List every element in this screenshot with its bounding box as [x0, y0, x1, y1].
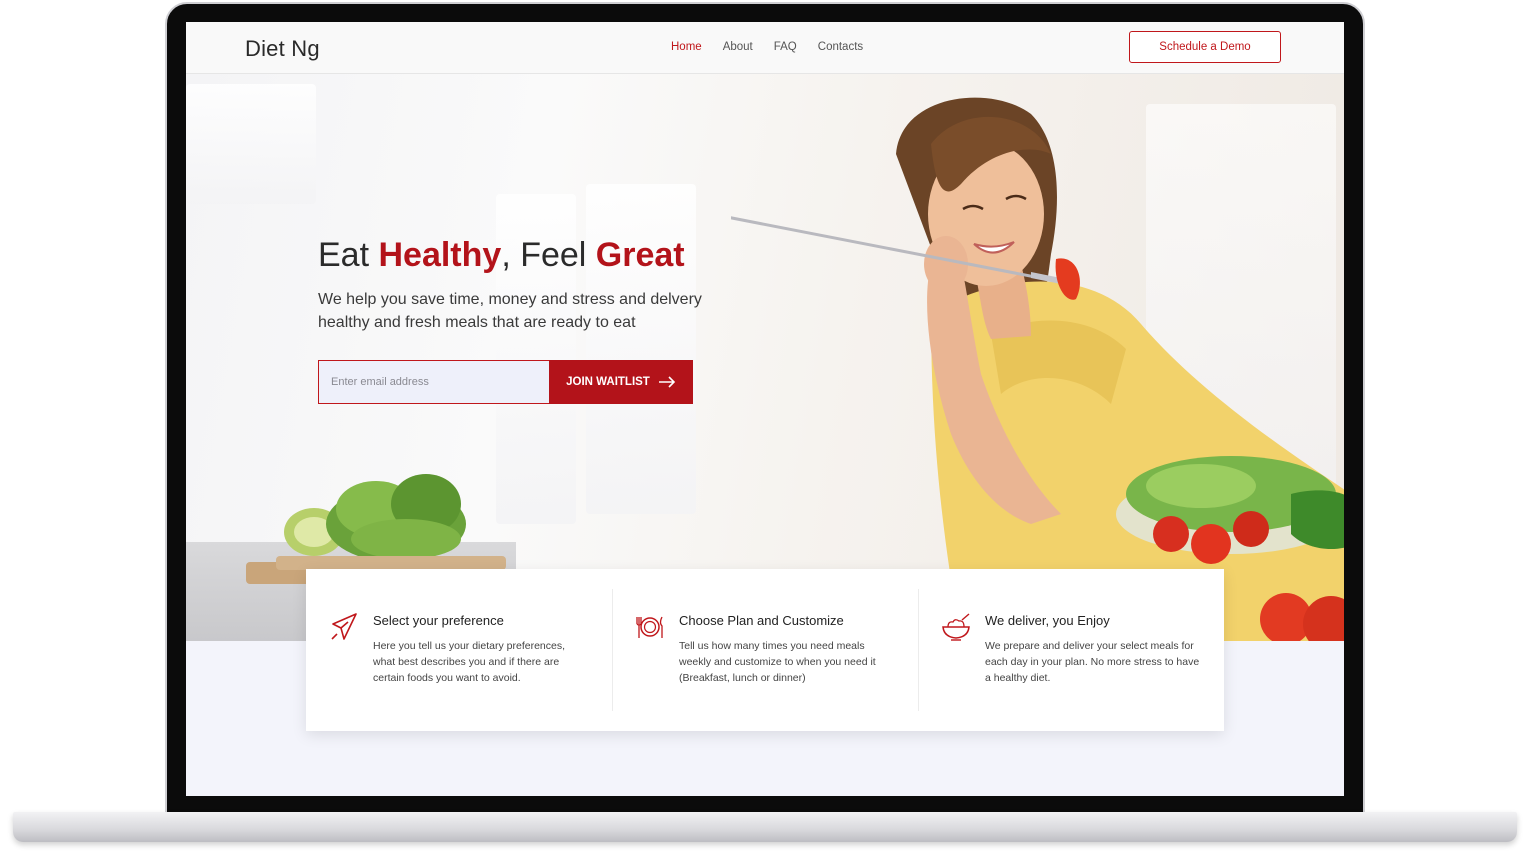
- laptop-base: [13, 812, 1517, 842]
- feature-title: Select your preference: [373, 613, 504, 628]
- headline-text: Eat: [318, 236, 379, 274]
- feature-description: We prepare and deliver your select meals…: [985, 640, 1200, 684]
- feature-description: Tell us how many times you need meals we…: [679, 640, 876, 684]
- schedule-demo-button[interactable]: Schedule a Demo: [1129, 31, 1281, 63]
- nav-links: Home About FAQ Contacts: [671, 41, 863, 53]
- waitlist-form: JOIN WAITLIST: [318, 360, 693, 404]
- nav-item-about[interactable]: About: [723, 41, 753, 53]
- nav-item-contacts[interactable]: Contacts: [818, 41, 863, 53]
- join-waitlist-button[interactable]: JOIN WAITLIST: [549, 360, 693, 404]
- arrow-right-icon: [658, 376, 675, 388]
- hero-subtitle: We help you save time, money and stress …: [318, 291, 702, 331]
- join-waitlist-label: JOIN WAITLIST: [566, 376, 650, 388]
- email-input[interactable]: [318, 360, 549, 404]
- browser-viewport: Diet Ng Home About FAQ Contacts Schedule…: [186, 22, 1344, 796]
- feature-title: Choose Plan and Customize: [679, 613, 844, 628]
- woman-eating-image: [731, 97, 1344, 641]
- pointer-icon: [331, 613, 357, 640]
- logo[interactable]: Diet Ng: [245, 36, 320, 62]
- nav-item-faq[interactable]: FAQ: [774, 41, 797, 53]
- headline-highlight-great: Great: [595, 236, 685, 274]
- nav-item-home[interactable]: Home: [671, 41, 702, 53]
- background-window: [186, 84, 316, 204]
- plate-cutlery-icon: [636, 616, 663, 638]
- salad-bowl-icon: [942, 613, 970, 641]
- background-window: [586, 184, 696, 514]
- how-it-works-cards: Select your preference Here you tell us …: [306, 569, 1224, 731]
- feature-card: We deliver, you Enjoy We prepare and del…: [918, 569, 1224, 731]
- hero-section: Eat Healthy, Feel Great We help you save…: [186, 74, 1344, 641]
- headline-highlight-healthy: Healthy: [378, 236, 502, 274]
- hero-headline: Eat Healthy, Feel Great: [318, 236, 685, 275]
- feature-card: Choose Plan and Customize Tell us how ma…: [612, 569, 918, 731]
- navbar: Diet Ng Home About FAQ Contacts Schedule…: [186, 22, 1344, 74]
- lettuce-image: [276, 474, 506, 570]
- feature-title: We deliver, you Enjoy: [985, 613, 1110, 628]
- feature-description: Here you tell us your dietary preference…: [373, 640, 566, 684]
- headline-text: , Feel: [501, 236, 596, 274]
- feature-card: Select your preference Here you tell us …: [306, 569, 612, 731]
